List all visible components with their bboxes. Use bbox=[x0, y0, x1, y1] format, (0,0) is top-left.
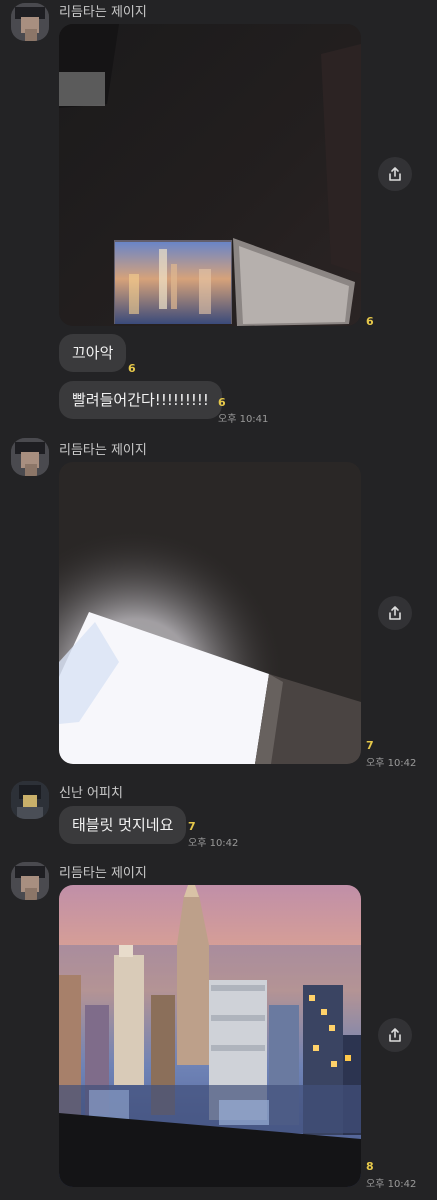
share-button[interactable] bbox=[378, 157, 412, 191]
share-button[interactable] bbox=[378, 596, 412, 630]
timestamp: 오후 10:41 bbox=[218, 414, 269, 425]
message-bubble[interactable]: 끄아악 bbox=[59, 334, 127, 372]
photo-content bbox=[59, 24, 361, 326]
avatar[interactable] bbox=[11, 438, 49, 476]
message-bubble[interactable]: 태블릿 멋지네요 bbox=[59, 806, 187, 844]
sender-name: 리듬타는 제이지 bbox=[59, 443, 147, 458]
photo-message[interactable] bbox=[59, 24, 361, 326]
share-icon bbox=[389, 167, 401, 181]
unread-count: 7 bbox=[366, 739, 374, 752]
photo-message[interactable] bbox=[59, 885, 361, 1187]
photo-content bbox=[59, 885, 361, 1187]
timestamp: 오후 10:42 bbox=[366, 758, 417, 769]
share-icon bbox=[389, 606, 401, 620]
unread-count: 8 bbox=[366, 1160, 374, 1173]
message-bubble[interactable]: 빨려들어간다!!!!!!!!! bbox=[59, 381, 222, 419]
sender-name: 신난 어피치 bbox=[59, 786, 123, 801]
photo-content bbox=[59, 462, 361, 764]
timestamp: 오후 10:42 bbox=[366, 1179, 417, 1190]
avatar[interactable] bbox=[11, 781, 49, 819]
sender-name: 리듬타는 제이지 bbox=[59, 5, 147, 20]
avatar[interactable] bbox=[11, 3, 49, 41]
share-button[interactable] bbox=[378, 1018, 412, 1052]
unread-count: 6 bbox=[128, 362, 136, 375]
photo-message[interactable] bbox=[59, 462, 361, 764]
unread-count: 6 bbox=[218, 396, 226, 409]
unread-count: 7 bbox=[188, 820, 196, 833]
share-icon bbox=[389, 1028, 401, 1042]
timestamp: 오후 10:42 bbox=[188, 838, 239, 849]
sender-name: 리듬타는 제이지 bbox=[59, 866, 147, 881]
unread-count: 6 bbox=[366, 315, 374, 328]
avatar[interactable] bbox=[11, 862, 49, 900]
